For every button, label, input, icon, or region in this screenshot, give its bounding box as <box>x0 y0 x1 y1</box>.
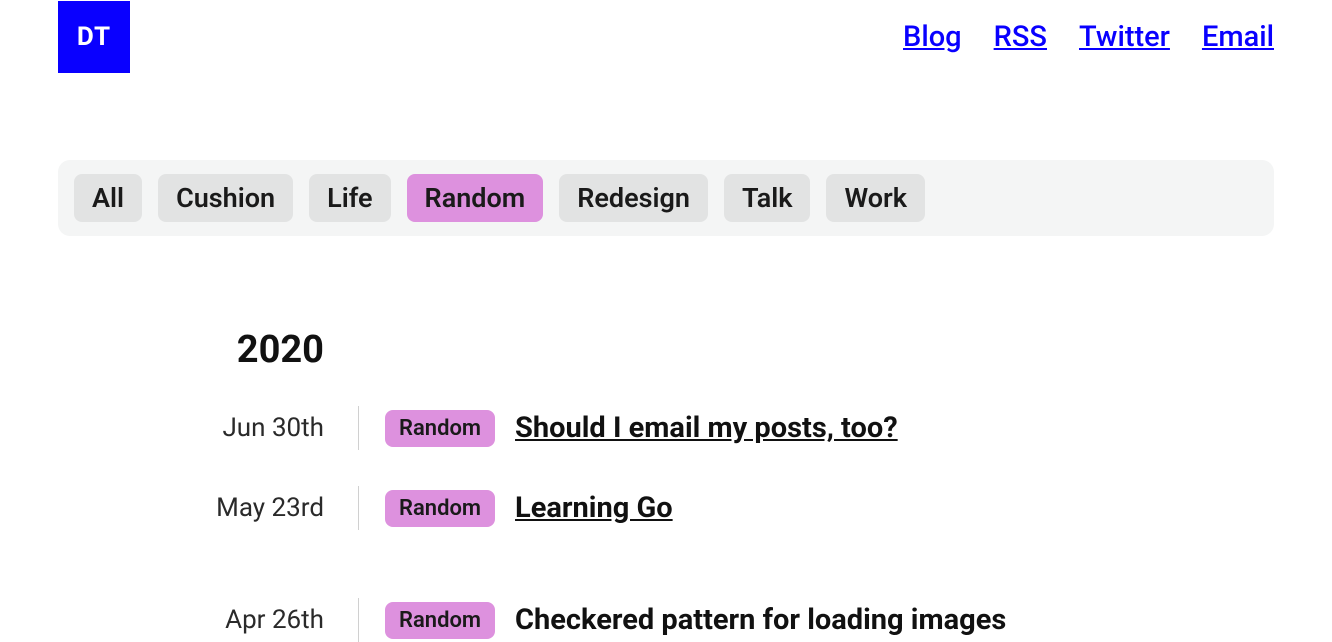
nav-twitter[interactable]: Twitter <box>1079 20 1170 54</box>
post-title-link[interactable]: Should I email my posts, too? <box>515 411 898 445</box>
nav-rss[interactable]: RSS <box>994 20 1047 54</box>
post-date: Apr 26th <box>58 605 358 635</box>
post-title-link[interactable]: Checkered pattern for loading images <box>515 603 1006 637</box>
divider <box>358 406 359 450</box>
nav-blog[interactable]: Blog <box>903 20 962 54</box>
year-heading-row: 2020 <box>58 328 1274 372</box>
post-tag[interactable]: Random <box>385 410 495 447</box>
nav-email[interactable]: Email <box>1202 20 1274 54</box>
tag-redesign[interactable]: Redesign <box>559 174 708 222</box>
post-row: Apr 26th Random Checkered pattern for lo… <box>58 598 1274 642</box>
post-tag[interactable]: Random <box>385 602 495 639</box>
post-tag[interactable]: Random <box>385 490 495 527</box>
tag-life[interactable]: Life <box>309 174 390 222</box>
post-date: Jun 30th <box>58 413 358 443</box>
tag-work[interactable]: Work <box>826 174 925 222</box>
post-title-link[interactable]: Learning Go <box>515 491 673 525</box>
nav: Blog RSS Twitter Email <box>903 20 1274 54</box>
divider <box>358 486 359 530</box>
tag-filter-bar: All Cushion Life Random Redesign Talk Wo… <box>58 160 1274 236</box>
post-date: May 23rd <box>58 493 358 523</box>
logo[interactable]: DT <box>58 1 130 73</box>
divider <box>358 598 359 642</box>
tag-all[interactable]: All <box>74 174 142 222</box>
tag-cushion[interactable]: Cushion <box>158 174 293 222</box>
year-heading: 2020 <box>58 328 358 372</box>
tag-random[interactable]: Random <box>407 174 544 222</box>
post-row: Jun 30th Random Should I email my posts,… <box>58 406 1274 450</box>
post-row: May 23rd Random Learning Go <box>58 486 1274 530</box>
header: DT Blog RSS Twitter Email <box>58 0 1274 74</box>
tag-talk[interactable]: Talk <box>724 174 811 222</box>
